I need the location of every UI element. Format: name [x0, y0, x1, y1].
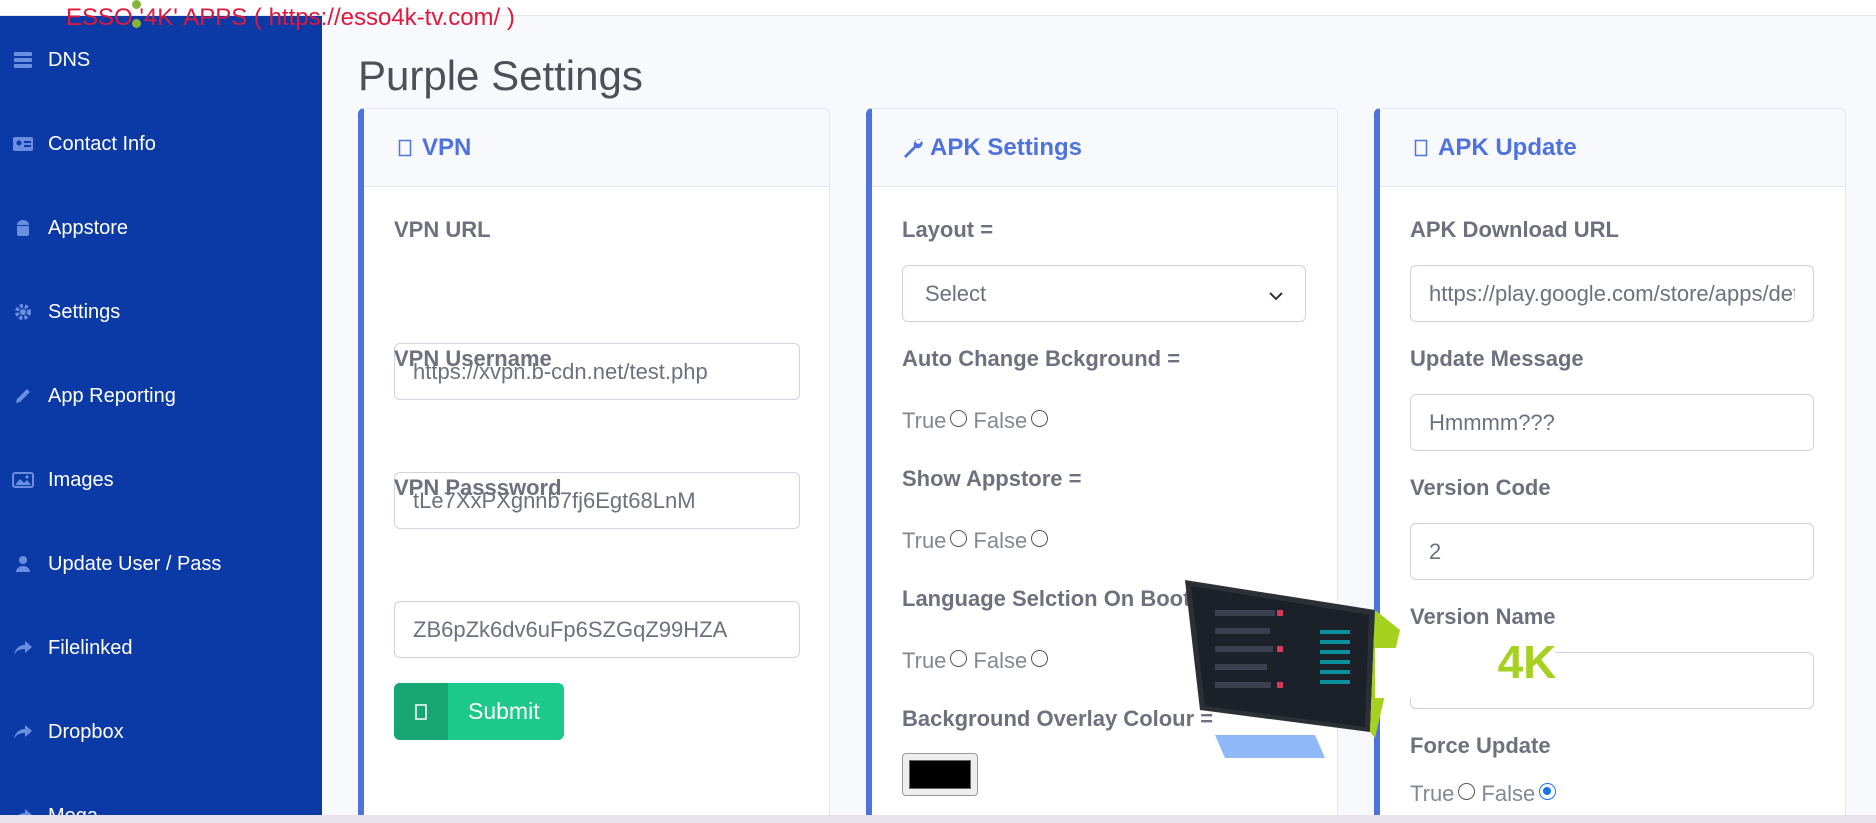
sidebar-item-label: Contact Info: [48, 132, 156, 155]
share-icon: [12, 722, 34, 742]
auto-bg-false-radio[interactable]: [1031, 409, 1049, 427]
apk-download-url-input[interactable]: [1410, 265, 1814, 322]
show-appstore-radios: True False: [902, 528, 1054, 554]
vpn-card-title: VPN: [422, 133, 472, 161]
auto-change-background-radios: True False: [902, 408, 1054, 434]
vpn-password-label: VPN Passsword: [394, 475, 562, 500]
sidebar-item-label: DNS: [48, 48, 91, 71]
vpn-url-label: VPN URL: [394, 217, 491, 242]
language-false-radio[interactable]: [1031, 649, 1049, 667]
layout-label: Layout =: [902, 217, 994, 242]
server-icon: [12, 50, 34, 70]
sidebar-item-label: Settings: [48, 300, 121, 323]
page-title: Purple Settings: [358, 52, 643, 99]
radio-true-label: True: [902, 408, 947, 433]
watermark-logo-icon: [132, 0, 152, 28]
radio-false-label: False: [973, 408, 1028, 433]
layout-select[interactable]: Select: [902, 265, 1306, 322]
sidebar-item-label: Appstore: [48, 216, 129, 239]
vpn-password-input[interactable]: [394, 601, 800, 658]
vpn-card: VPN VPN URL VPN Username VPN Passsword S…: [358, 108, 830, 823]
image-icon: [12, 470, 34, 490]
apk-update-card-header: APK Update: [1380, 109, 1845, 187]
show-appstore-true-radio[interactable]: [950, 529, 968, 547]
apk-settings-card-title: APK Settings: [930, 133, 1083, 161]
radio-true-label: True: [902, 648, 947, 673]
sidebar-item-label: Dropbox: [48, 720, 124, 743]
show-appstore-false-radio[interactable]: [1031, 529, 1049, 547]
share-icon: [12, 638, 34, 658]
esso-4k-overlay-graphic: 4K: [1175, 570, 1585, 760]
overlay-logo-text: 4K: [1498, 636, 1557, 688]
sidebar-item-filelinked[interactable]: Filelinked: [0, 628, 322, 668]
radio-false-label: False: [973, 528, 1028, 553]
apk-settings-card-header: APK Settings: [872, 109, 1337, 187]
save-icon: [394, 683, 448, 740]
update-message-label: Update Message: [1410, 346, 1584, 371]
version-code-label: Version Code: [1410, 475, 1551, 500]
vpn-username-label: VPN Username: [394, 346, 552, 371]
sidebar-item-dropbox[interactable]: Dropbox: [0, 712, 322, 752]
chevron-down-icon: [1269, 281, 1283, 307]
sidebar-item-images[interactable]: Images: [0, 460, 322, 500]
sidebar-item-label: Images: [48, 468, 114, 491]
language-selection-radios: True False: [902, 648, 1054, 674]
bottom-edge: [0, 815, 1876, 823]
vpn-card-header: VPN: [364, 109, 829, 187]
radio-false-label: False: [1481, 781, 1536, 806]
radio-true-label: True: [902, 528, 947, 553]
radio-true-label: True: [1410, 781, 1455, 806]
sidebar: DNS Contact Info Appstore Settings App R…: [0, 0, 322, 823]
update-message-input[interactable]: [1410, 394, 1814, 451]
apk-download-url-label: APK Download URL: [1410, 217, 1619, 242]
force-update-true-radio[interactable]: [1458, 782, 1476, 800]
auto-change-background-label: Auto Change Bckground =: [902, 346, 1181, 371]
sidebar-item-label: Filelinked: [48, 636, 133, 659]
id-card-icon: [12, 134, 34, 154]
language-selection-label: Language Selction On Boot =: [902, 586, 1210, 611]
download-icon: [1410, 137, 1432, 159]
background-overlay-colour-label: Background Overlay Colour =: [902, 706, 1214, 731]
user-icon: [12, 554, 34, 574]
pencil-icon: [12, 386, 34, 406]
wrench-icon: [902, 137, 924, 159]
sidebar-item-update-user-pass[interactable]: Update User / Pass: [0, 544, 322, 584]
color-swatch-fill: [909, 760, 971, 789]
show-appstore-label: Show Appstore =: [902, 466, 1082, 491]
sidebar-item-contact-info[interactable]: Contact Info: [0, 124, 322, 164]
android-icon: [12, 218, 34, 238]
submit-button[interactable]: Submit: [394, 683, 564, 740]
radio-false-label: False: [973, 648, 1028, 673]
lock-icon: [394, 137, 416, 159]
force-update-false-radio[interactable]: [1539, 782, 1557, 800]
submit-button-label: Submit: [468, 698, 540, 724]
sidebar-item-label: App Reporting: [48, 384, 176, 407]
sidebar-item-appstore[interactable]: Appstore: [0, 208, 322, 248]
sidebar-item-label: Update User / Pass: [48, 552, 222, 575]
language-true-radio[interactable]: [950, 649, 968, 667]
background-overlay-color-picker[interactable]: [902, 753, 978, 796]
sidebar-item-app-reporting[interactable]: App Reporting: [0, 376, 322, 416]
layout-select-value: Select: [925, 280, 987, 306]
auto-bg-true-radio[interactable]: [950, 409, 968, 427]
force-update-radios: True False: [1410, 781, 1562, 807]
gear-icon: [12, 302, 34, 322]
apk-update-card-title: APK Update: [1438, 133, 1577, 161]
sidebar-item-settings[interactable]: Settings: [0, 292, 322, 332]
sidebar-item-dns[interactable]: DNS: [0, 40, 322, 80]
